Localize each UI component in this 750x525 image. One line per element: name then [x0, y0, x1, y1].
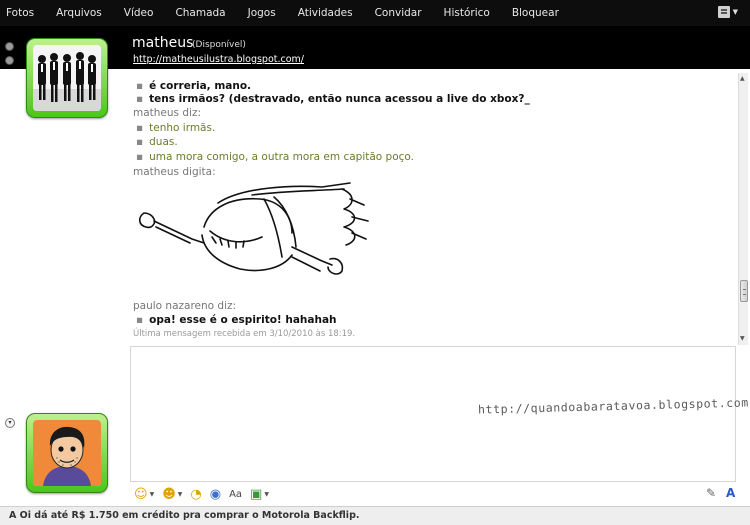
menu-item-convidar[interactable]: Convidar — [375, 7, 422, 19]
font-icon: Aa — [229, 488, 243, 500]
input-toolbar: ☺ ▼ ☻ ▼ ◔ ◉ Aa ▣ ▼ ✎ A — [130, 482, 750, 506]
picture-icon: ▣ — [250, 486, 263, 502]
user-avatar-image — [33, 420, 101, 486]
contact-status: (Disponível) — [192, 40, 246, 50]
menu-item-bloquear[interactable]: Bloquear — [512, 7, 559, 19]
nudge-button[interactable]: ◉ — [210, 487, 221, 502]
smiley-icon: ☺ — [134, 486, 148, 502]
menu-item-atividades[interactable]: Atividades — [298, 7, 353, 19]
menu-item-fotos[interactable]: Fotos — [6, 7, 34, 19]
chevron-down-icon: ▼ — [732, 8, 738, 16]
contact-avatar-image — [33, 45, 101, 111]
scroll-up-icon[interactable]: ▲ — [740, 75, 745, 82]
message-line: ▪ opa! esse é o espirito! hahahah — [136, 314, 337, 326]
menu-item-arquivos[interactable]: Arquivos — [56, 7, 102, 19]
chevron-down-icon: ▼ — [177, 490, 183, 498]
message-sender: paulo nazareno diz: — [133, 300, 237, 312]
contact-avatar[interactable] — [26, 38, 108, 118]
chevron-down-icon: ▼ — [264, 490, 269, 498]
status-indicator-icon[interactable] — [5, 42, 14, 51]
voice-clip-button[interactable]: ◔ — [190, 487, 201, 502]
options-icon — [717, 6, 730, 18]
wink-button[interactable]: ☻ ▼ — [162, 487, 182, 502]
pencil-icon[interactable]: ✎ — [706, 486, 716, 500]
message-line: ▪ uma mora comigo, a outra mora em capitã… — [136, 151, 414, 163]
contact-header: matheus (Disponível) http://matheusilust… — [0, 26, 750, 69]
wink-icon: ☻ — [162, 486, 176, 502]
menu-bar: Fotos Arquivos Vídeo Chamada Jogos Ativi… — [0, 0, 750, 26]
message-input[interactable] — [130, 346, 736, 482]
scroll-down-icon[interactable]: ▼ — [740, 335, 745, 342]
scroll-thumb[interactable] — [740, 280, 748, 302]
webcam-indicator-icon[interactable] — [5, 56, 14, 65]
voice-clip-icon: ◔ — [190, 486, 202, 502]
user-avatar[interactable] — [26, 413, 108, 493]
menu-item-video[interactable]: Vídeo — [124, 7, 154, 19]
ad-banner[interactable]: A Oi dá até R$ 1.750 em crédito pra comp… — [0, 506, 750, 525]
conversation-history: ▪ é correria, mano. ▪ tens irmãos? (destra… — [130, 73, 736, 343]
contact-name: matheus — [132, 35, 194, 51]
contact-personal-link[interactable]: http://matheusilustra.blogspot.com/ — [133, 54, 304, 65]
options-menu-button[interactable]: ▼ — [717, 6, 738, 18]
font-button[interactable]: Aa — [229, 489, 242, 500]
ad-text[interactable]: A Oi dá até R$ 1.750 em crédito pra comp… — [9, 510, 359, 521]
menu-item-historico[interactable]: Histórico — [444, 7, 490, 19]
nudge-icon: ◉ — [209, 486, 222, 502]
ink-drawing — [138, 182, 369, 275]
text-format-icon[interactable]: A — [726, 486, 735, 500]
chevron-down-icon: ▼ — [149, 490, 155, 498]
emoticon-button[interactable]: ☺ ▼ — [134, 487, 154, 502]
last-message-time: Última mensagem recebida em 3/10/2010 às… — [133, 329, 356, 339]
menu-item-jogos[interactable]: Jogos — [248, 7, 276, 19]
message-line: ▪ duas. — [136, 136, 178, 148]
menu-item-chamada[interactable]: Chamada — [175, 7, 225, 19]
conversation-scrollbar[interactable]: ▲ ▼ — [738, 73, 748, 345]
background-button[interactable]: ▣ ▼ — [250, 487, 269, 502]
message-line: ▪ tenho irmãs. — [136, 122, 216, 134]
message-line: ▪ tens irmãos? (destravado, então nunca a… — [136, 93, 530, 105]
collapse-icon[interactable]: ▾ — [5, 418, 15, 428]
message-line: ▪ é correria, mano. — [136, 80, 252, 92]
message-sender: matheus diz: — [133, 107, 201, 119]
